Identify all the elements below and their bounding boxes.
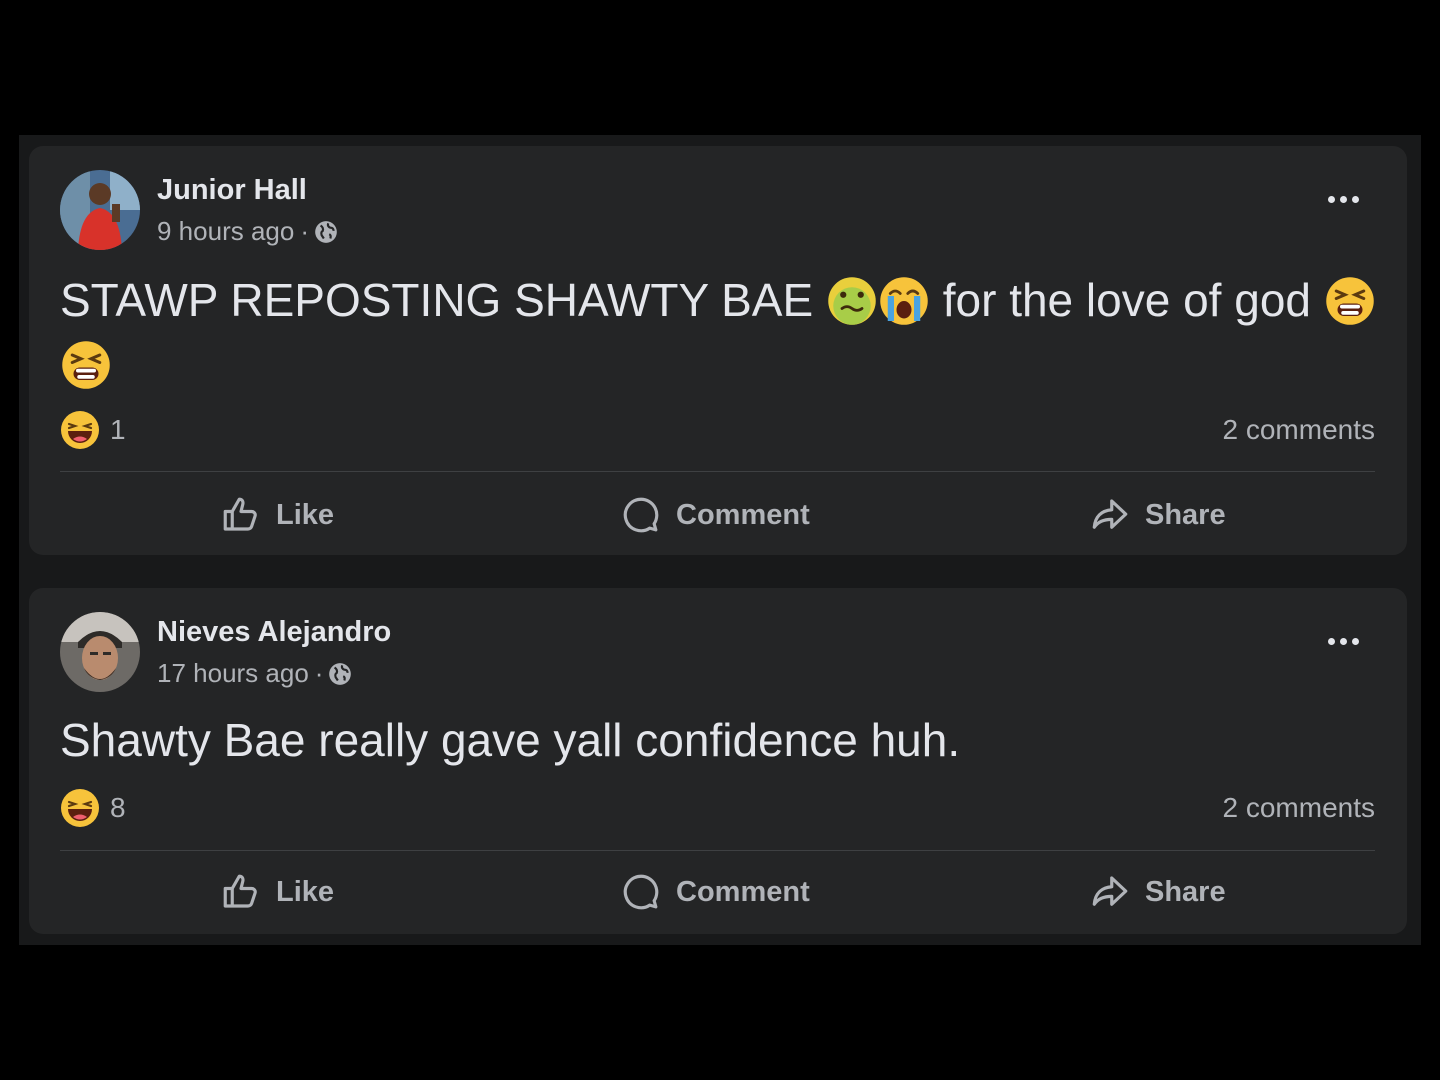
nauseated-face-emoji-icon [827, 276, 877, 326]
reaction-count: 1 [110, 414, 126, 445]
post-text-part-2: for the love of god [942, 274, 1311, 326]
action-bar: Like Comment Share [60, 860, 1375, 924]
comment-button[interactable]: Comment [620, 860, 810, 924]
author-name[interactable]: Junior Hall [157, 174, 307, 207]
more-options-icon[interactable] [1328, 638, 1359, 645]
meta-separator: · [300, 216, 309, 246]
post-text: Shawty Bae really gave yall confidence h… [60, 714, 961, 766]
comment-bubble-icon [620, 871, 662, 913]
globe-icon[interactable] [327, 661, 353, 687]
reaction-count: 8 [110, 792, 126, 823]
tired-face-emoji-icon [1325, 276, 1375, 326]
like-label: Like [276, 875, 335, 908]
like-button[interactable]: Like [220, 483, 334, 547]
haha-reaction-icon [60, 788, 100, 828]
more-options-icon[interactable] [1328, 196, 1359, 203]
post-text: STAWP REPOSTING SHAWTY BAE for the love … [60, 268, 1377, 396]
author-avatar[interactable] [60, 170, 140, 250]
feed-screen: Junior Hall 9 hours ago · STAWP REPOSTIN… [19, 135, 1421, 945]
reaction-summary[interactable]: 1 [60, 410, 126, 450]
tired-face-emoji-icon [61, 340, 111, 390]
share-arrow-icon [1089, 871, 1131, 913]
author-avatar[interactable] [60, 612, 140, 692]
share-arrow-icon [1089, 494, 1131, 536]
comment-label: Comment [676, 498, 810, 531]
comment-bubble-icon [620, 494, 662, 536]
like-button[interactable]: Like [220, 860, 334, 924]
comments-count-link[interactable]: 2 comments [1223, 792, 1376, 824]
like-label: Like [276, 498, 335, 531]
post-meta: 9 hours ago · [157, 216, 339, 247]
reaction-summary[interactable]: 8 [60, 788, 126, 828]
post-card: Nieves Alejandro 17 hours ago · Shawty B… [29, 588, 1407, 934]
post-card: Junior Hall 9 hours ago · STAWP REPOSTIN… [29, 146, 1407, 555]
post-timestamp[interactable]: 9 hours ago [157, 216, 294, 247]
haha-reaction-icon [60, 410, 100, 450]
post-text-part-1: STAWP REPOSTING SHAWTY BAE [60, 274, 814, 326]
divider [60, 850, 1375, 851]
post-meta: 17 hours ago · [157, 658, 353, 689]
share-button[interactable]: Share [1089, 860, 1226, 924]
loudly-crying-face-emoji-icon [879, 276, 929, 326]
comment-button[interactable]: Comment [620, 483, 810, 547]
author-name[interactable]: Nieves Alejandro [157, 616, 391, 649]
meta-separator: · [314, 658, 324, 688]
share-label: Share [1145, 498, 1226, 531]
thumbs-up-icon [220, 494, 262, 536]
comments-count-link[interactable]: 2 comments [1223, 414, 1376, 446]
share-button[interactable]: Share [1089, 483, 1226, 547]
post-timestamp[interactable]: 17 hours ago [157, 658, 309, 689]
globe-icon[interactable] [313, 219, 339, 245]
thumbs-up-icon [220, 871, 262, 913]
comment-label: Comment [676, 875, 810, 908]
action-bar: Like Comment Share [60, 483, 1375, 547]
share-label: Share [1145, 875, 1226, 908]
divider [60, 471, 1375, 472]
